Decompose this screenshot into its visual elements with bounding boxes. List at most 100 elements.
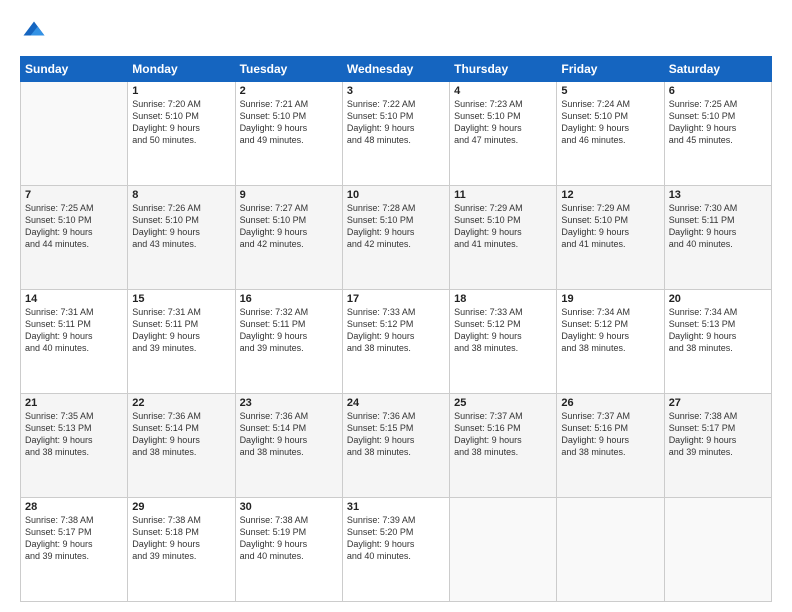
day-number: 29 — [132, 501, 230, 513]
logo — [20, 18, 52, 46]
header — [20, 18, 772, 46]
weekday-tuesday: Tuesday — [235, 57, 342, 82]
day-info: Sunrise: 7:23 AM Sunset: 5:10 PM Dayligh… — [454, 98, 552, 147]
day-number: 21 — [25, 397, 123, 409]
calendar-cell: 29Sunrise: 7:38 AM Sunset: 5:18 PM Dayli… — [128, 498, 235, 602]
day-info: Sunrise: 7:30 AM Sunset: 5:11 PM Dayligh… — [669, 202, 767, 251]
calendar-table: SundayMondayTuesdayWednesdayThursdayFrid… — [20, 56, 772, 602]
page: SundayMondayTuesdayWednesdayThursdayFrid… — [0, 0, 792, 612]
day-number: 1 — [132, 85, 230, 97]
day-number: 30 — [240, 501, 338, 513]
week-row-3: 14Sunrise: 7:31 AM Sunset: 5:11 PM Dayli… — [21, 290, 772, 394]
day-info: Sunrise: 7:25 AM Sunset: 5:10 PM Dayligh… — [669, 98, 767, 147]
day-info: Sunrise: 7:37 AM Sunset: 5:16 PM Dayligh… — [561, 410, 659, 459]
weekday-monday: Monday — [128, 57, 235, 82]
day-info: Sunrise: 7:38 AM Sunset: 5:19 PM Dayligh… — [240, 514, 338, 563]
calendar-cell: 31Sunrise: 7:39 AM Sunset: 5:20 PM Dayli… — [342, 498, 449, 602]
weekday-friday: Friday — [557, 57, 664, 82]
logo-icon — [20, 18, 48, 46]
calendar-cell: 12Sunrise: 7:29 AM Sunset: 5:10 PM Dayli… — [557, 186, 664, 290]
day-number: 20 — [669, 293, 767, 305]
calendar-cell: 30Sunrise: 7:38 AM Sunset: 5:19 PM Dayli… — [235, 498, 342, 602]
day-number: 10 — [347, 189, 445, 201]
day-number: 19 — [561, 293, 659, 305]
day-number: 11 — [454, 189, 552, 201]
calendar-cell: 21Sunrise: 7:35 AM Sunset: 5:13 PM Dayli… — [21, 394, 128, 498]
day-number: 14 — [25, 293, 123, 305]
calendar-cell: 28Sunrise: 7:38 AM Sunset: 5:17 PM Dayli… — [21, 498, 128, 602]
day-info: Sunrise: 7:25 AM Sunset: 5:10 PM Dayligh… — [25, 202, 123, 251]
calendar-cell: 2Sunrise: 7:21 AM Sunset: 5:10 PM Daylig… — [235, 82, 342, 186]
day-number: 31 — [347, 501, 445, 513]
day-number: 25 — [454, 397, 552, 409]
calendar-cell: 5Sunrise: 7:24 AM Sunset: 5:10 PM Daylig… — [557, 82, 664, 186]
week-row-2: 7Sunrise: 7:25 AM Sunset: 5:10 PM Daylig… — [21, 186, 772, 290]
weekday-saturday: Saturday — [664, 57, 771, 82]
calendar-cell: 25Sunrise: 7:37 AM Sunset: 5:16 PM Dayli… — [450, 394, 557, 498]
day-number: 26 — [561, 397, 659, 409]
calendar-cell — [21, 82, 128, 186]
day-number: 5 — [561, 85, 659, 97]
day-number: 17 — [347, 293, 445, 305]
day-info: Sunrise: 7:28 AM Sunset: 5:10 PM Dayligh… — [347, 202, 445, 251]
week-row-5: 28Sunrise: 7:38 AM Sunset: 5:17 PM Dayli… — [21, 498, 772, 602]
day-number: 3 — [347, 85, 445, 97]
day-number: 6 — [669, 85, 767, 97]
day-number: 18 — [454, 293, 552, 305]
day-info: Sunrise: 7:31 AM Sunset: 5:11 PM Dayligh… — [25, 306, 123, 355]
day-number: 12 — [561, 189, 659, 201]
day-number: 16 — [240, 293, 338, 305]
day-info: Sunrise: 7:38 AM Sunset: 5:18 PM Dayligh… — [132, 514, 230, 563]
weekday-wednesday: Wednesday — [342, 57, 449, 82]
day-number: 27 — [669, 397, 767, 409]
day-info: Sunrise: 7:38 AM Sunset: 5:17 PM Dayligh… — [25, 514, 123, 563]
calendar-cell: 20Sunrise: 7:34 AM Sunset: 5:13 PM Dayli… — [664, 290, 771, 394]
calendar-cell: 17Sunrise: 7:33 AM Sunset: 5:12 PM Dayli… — [342, 290, 449, 394]
day-info: Sunrise: 7:39 AM Sunset: 5:20 PM Dayligh… — [347, 514, 445, 563]
calendar-cell: 23Sunrise: 7:36 AM Sunset: 5:14 PM Dayli… — [235, 394, 342, 498]
calendar-cell: 1Sunrise: 7:20 AM Sunset: 5:10 PM Daylig… — [128, 82, 235, 186]
day-info: Sunrise: 7:38 AM Sunset: 5:17 PM Dayligh… — [669, 410, 767, 459]
day-info: Sunrise: 7:24 AM Sunset: 5:10 PM Dayligh… — [561, 98, 659, 147]
calendar-cell: 8Sunrise: 7:26 AM Sunset: 5:10 PM Daylig… — [128, 186, 235, 290]
calendar-cell: 7Sunrise: 7:25 AM Sunset: 5:10 PM Daylig… — [21, 186, 128, 290]
week-row-1: 1Sunrise: 7:20 AM Sunset: 5:10 PM Daylig… — [21, 82, 772, 186]
day-number: 13 — [669, 189, 767, 201]
weekday-sunday: Sunday — [21, 57, 128, 82]
day-number: 8 — [132, 189, 230, 201]
day-info: Sunrise: 7:33 AM Sunset: 5:12 PM Dayligh… — [454, 306, 552, 355]
day-info: Sunrise: 7:26 AM Sunset: 5:10 PM Dayligh… — [132, 202, 230, 251]
day-info: Sunrise: 7:32 AM Sunset: 5:11 PM Dayligh… — [240, 306, 338, 355]
calendar-cell — [557, 498, 664, 602]
day-info: Sunrise: 7:33 AM Sunset: 5:12 PM Dayligh… — [347, 306, 445, 355]
calendar-cell: 14Sunrise: 7:31 AM Sunset: 5:11 PM Dayli… — [21, 290, 128, 394]
calendar-cell: 10Sunrise: 7:28 AM Sunset: 5:10 PM Dayli… — [342, 186, 449, 290]
day-info: Sunrise: 7:27 AM Sunset: 5:10 PM Dayligh… — [240, 202, 338, 251]
day-info: Sunrise: 7:36 AM Sunset: 5:14 PM Dayligh… — [132, 410, 230, 459]
calendar-cell: 24Sunrise: 7:36 AM Sunset: 5:15 PM Dayli… — [342, 394, 449, 498]
calendar-cell: 18Sunrise: 7:33 AM Sunset: 5:12 PM Dayli… — [450, 290, 557, 394]
day-number: 7 — [25, 189, 123, 201]
day-info: Sunrise: 7:34 AM Sunset: 5:12 PM Dayligh… — [561, 306, 659, 355]
calendar-cell: 9Sunrise: 7:27 AM Sunset: 5:10 PM Daylig… — [235, 186, 342, 290]
day-number: 4 — [454, 85, 552, 97]
day-info: Sunrise: 7:29 AM Sunset: 5:10 PM Dayligh… — [561, 202, 659, 251]
day-info: Sunrise: 7:37 AM Sunset: 5:16 PM Dayligh… — [454, 410, 552, 459]
day-info: Sunrise: 7:36 AM Sunset: 5:15 PM Dayligh… — [347, 410, 445, 459]
day-info: Sunrise: 7:31 AM Sunset: 5:11 PM Dayligh… — [132, 306, 230, 355]
day-info: Sunrise: 7:22 AM Sunset: 5:10 PM Dayligh… — [347, 98, 445, 147]
day-info: Sunrise: 7:34 AM Sunset: 5:13 PM Dayligh… — [669, 306, 767, 355]
day-info: Sunrise: 7:20 AM Sunset: 5:10 PM Dayligh… — [132, 98, 230, 147]
day-number: 23 — [240, 397, 338, 409]
calendar-cell: 16Sunrise: 7:32 AM Sunset: 5:11 PM Dayli… — [235, 290, 342, 394]
calendar-cell: 6Sunrise: 7:25 AM Sunset: 5:10 PM Daylig… — [664, 82, 771, 186]
calendar-cell: 15Sunrise: 7:31 AM Sunset: 5:11 PM Dayli… — [128, 290, 235, 394]
day-number: 22 — [132, 397, 230, 409]
day-number: 15 — [132, 293, 230, 305]
calendar-cell: 22Sunrise: 7:36 AM Sunset: 5:14 PM Dayli… — [128, 394, 235, 498]
week-row-4: 21Sunrise: 7:35 AM Sunset: 5:13 PM Dayli… — [21, 394, 772, 498]
calendar-cell: 26Sunrise: 7:37 AM Sunset: 5:16 PM Dayli… — [557, 394, 664, 498]
calendar-cell: 3Sunrise: 7:22 AM Sunset: 5:10 PM Daylig… — [342, 82, 449, 186]
day-number: 28 — [25, 501, 123, 513]
calendar-cell: 11Sunrise: 7:29 AM Sunset: 5:10 PM Dayli… — [450, 186, 557, 290]
